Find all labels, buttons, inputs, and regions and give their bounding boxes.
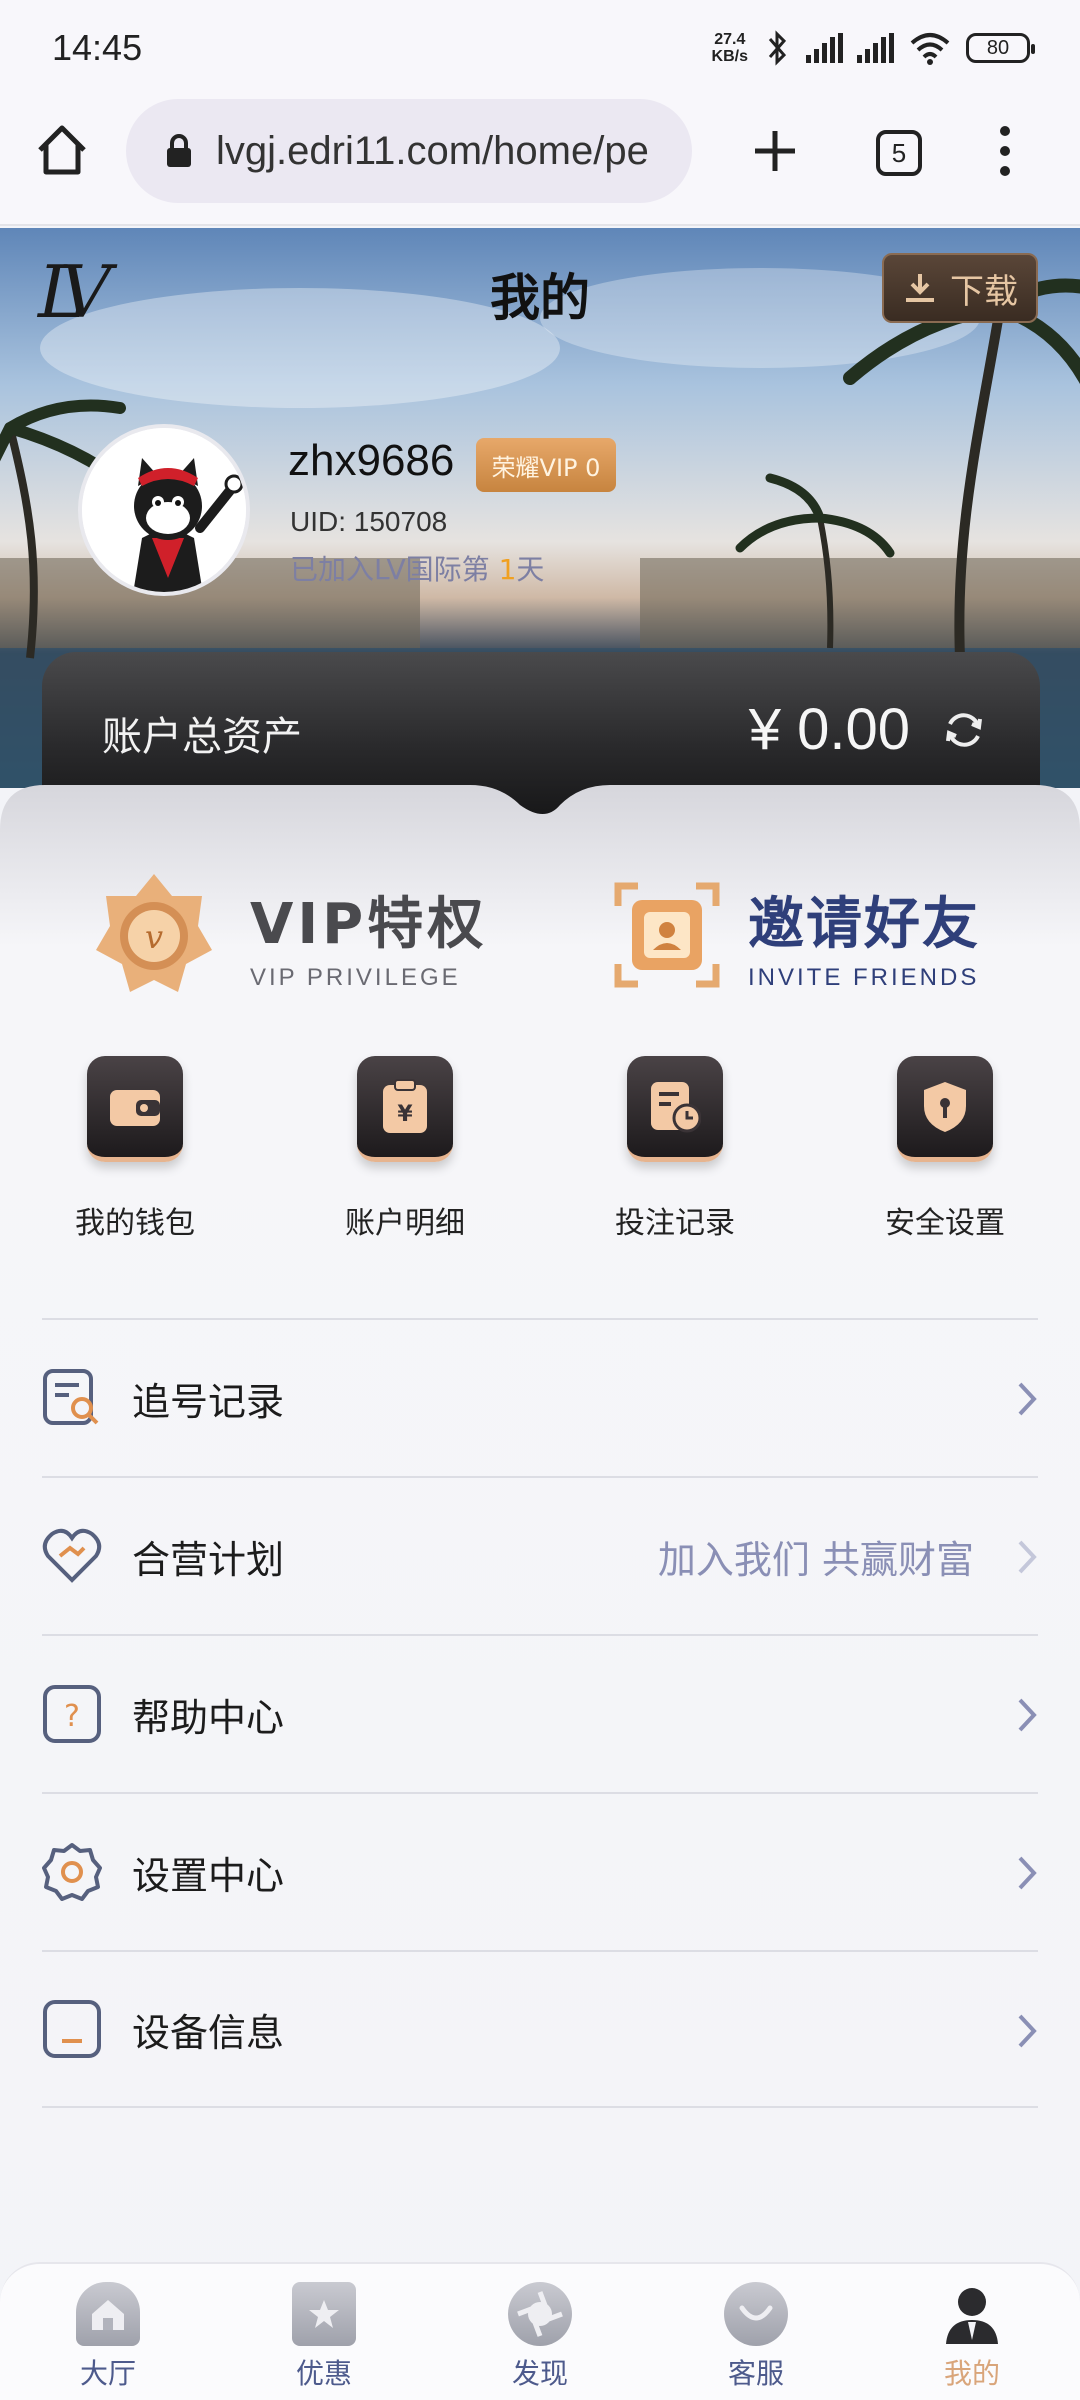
wallet-icon [87,1056,183,1162]
menu-item-help-center[interactable]: ? 帮助中心 [42,1634,1038,1792]
help-icon: ? [42,1684,102,1744]
nav-label-discover: 发现 [511,2357,568,2390]
battery-icon: 80 [966,33,1035,63]
vip-privilege-subtitle: VIP PRIVILEGE [250,963,461,991]
bluetooth-icon [768,30,787,66]
user-id: UID: 150708 [290,506,448,537]
new-tab-icon[interactable] [750,126,800,176]
grid-item-bet-record[interactable]: 投注记录 [540,1056,810,1256]
battery-level: 80 [986,36,1010,59]
download-icon [906,274,934,302]
browser-toolbar: lvgj.edri11.com/home/pe 5 [0,96,1080,226]
url-text: lvgj.edri11.com/home/pe [216,128,649,173]
menu-label-help-center: 帮助中心 [132,1695,285,1740]
cat-avatar-icon [82,428,246,592]
invite-friends-title: 邀请好友 [748,891,980,957]
wifi-icon [910,33,950,65]
home-icon [76,2282,140,2346]
net-speed-value: 27.4 [714,31,746,48]
home-icon[interactable] [34,122,90,178]
address-bar[interactable]: lvgj.edri11.com/home/pe [126,99,692,203]
joined-suffix: 天 [516,553,545,586]
settings-menu: 追号记录 合营计划 加入我们 共赢财富 ? 帮助中心 设置中心 设备信息 [42,1318,1038,2108]
joined-days-text: 已加入LV国际第 1天 [290,548,544,588]
nav-item-lobby[interactable]: 大厅 [0,2264,216,2400]
menu-label-device-info: 设备信息 [132,2010,285,2055]
vip-privilege-entry[interactable]: v VIP特权 VIP PRIVILEGE [94,870,487,1000]
invite-friends-icon [614,882,720,988]
tab-count: 5 [891,137,907,168]
nav-item-profile[interactable]: 我的 [864,2264,1080,2400]
discover-icon [508,2282,572,2346]
total-assets-amount: ¥ 0.00 [748,697,910,762]
menu-item-tracking-record[interactable]: 追号记录 [42,1318,1038,1476]
quick-actions-grid: 我的钱包 ¥ 账户明细 投注记录 安全设置 [0,1056,1080,1256]
bottom-navigation: 大厅 优惠 发现 客服 我的 [0,2262,1080,2400]
total-assets-label: 账户总资产 [102,714,302,760]
signal-icon-2 [857,33,894,63]
menu-label-partner-plan: 合营计划 [132,1537,285,1582]
menu-label-tracking-record: 追号记录 [132,1379,285,1424]
signal-icon-1 [806,33,843,63]
download-button[interactable]: 下载 [882,253,1038,323]
invite-friends-subtitle: INVITE FRIENDS [748,963,980,991]
statement-icon: ¥ [357,1056,453,1162]
gear-icon [42,1842,102,1902]
invite-friends-entry[interactable]: 邀请好友 INVITE FRIENDS [612,870,980,1000]
promo-icon [292,2282,356,2346]
bet-record-icon [627,1056,723,1162]
tab-switcher[interactable]: 5 [876,130,922,176]
status-time: 14:45 [52,27,143,68]
menu-item-partner-plan[interactable]: 合营计划 加入我们 共赢财富 [42,1476,1038,1634]
joined-prefix: 已加入LV国际第 [290,553,490,586]
device-icon [42,1999,102,2059]
chevron-right-icon [1018,1382,1037,1416]
avatar[interactable] [78,424,250,596]
download-label: 下载 [950,271,1018,312]
vip-privilege-title: VIP特权 [250,891,488,957]
nav-label-profile: 我的 [943,2357,1000,2390]
chevron-right-icon [1018,1856,1037,1890]
refresh-icon[interactable] [942,708,986,752]
menu-label-settings-center: 设置中心 [132,1853,285,1898]
net-speed: 27.4 KB/s [712,31,748,65]
partner-plan-tagline: 加入我们 共赢财富 [657,1537,974,1582]
nav-item-support[interactable]: 客服 [648,2264,864,2400]
grid-label-wallet: 我的钱包 [75,1206,195,1241]
grid-label-bet-record: 投注记录 [615,1206,735,1241]
menu-item-device-info[interactable]: 设备信息 [42,1950,1038,2108]
search-record-icon [42,1368,102,1428]
vip-badge-icon: v [96,874,212,992]
grid-item-statement[interactable]: ¥ 账户明细 [270,1056,540,1256]
svg-text:?: ? [64,1699,80,1734]
vip-level-badge: 荣耀VIP 0 [476,438,616,492]
status-icons: 27.4 KB/s 80 [712,30,1035,66]
nav-item-discover[interactable]: 发现 [432,2264,648,2400]
svg-text:¥: ¥ [397,1102,413,1127]
security-icon [897,1056,993,1162]
chevron-right-icon [1018,2014,1037,2048]
nav-item-promotions[interactable]: 优惠 [216,2264,432,2400]
joined-days: 1 [498,553,517,586]
grid-label-statement: 账户明细 [345,1206,465,1241]
support-icon [724,2282,788,2346]
more-options-icon[interactable] [994,124,1016,178]
grid-item-security[interactable]: 安全设置 [810,1056,1080,1256]
grid-label-security: 安全设置 [885,1206,1005,1241]
chevron-right-icon [1018,1698,1037,1732]
chevron-right-icon [1018,1540,1037,1574]
lock-icon [167,134,191,167]
status-bar: 14:45 27.4 KB/s 80 [0,0,1080,96]
handshake-icon [42,1526,102,1586]
nav-label-support: 客服 [727,2357,784,2390]
nav-label-promotions: 优惠 [295,2357,352,2390]
username: zhx9686 [288,436,455,485]
profile-icon [940,2282,1004,2346]
net-speed-unit: KB/s [711,48,748,65]
grid-item-wallet[interactable]: 我的钱包 [0,1056,270,1256]
svg-text:v: v [145,918,163,956]
menu-item-settings-center[interactable]: 设置中心 [42,1792,1038,1950]
nav-label-lobby: 大厅 [79,2357,136,2390]
